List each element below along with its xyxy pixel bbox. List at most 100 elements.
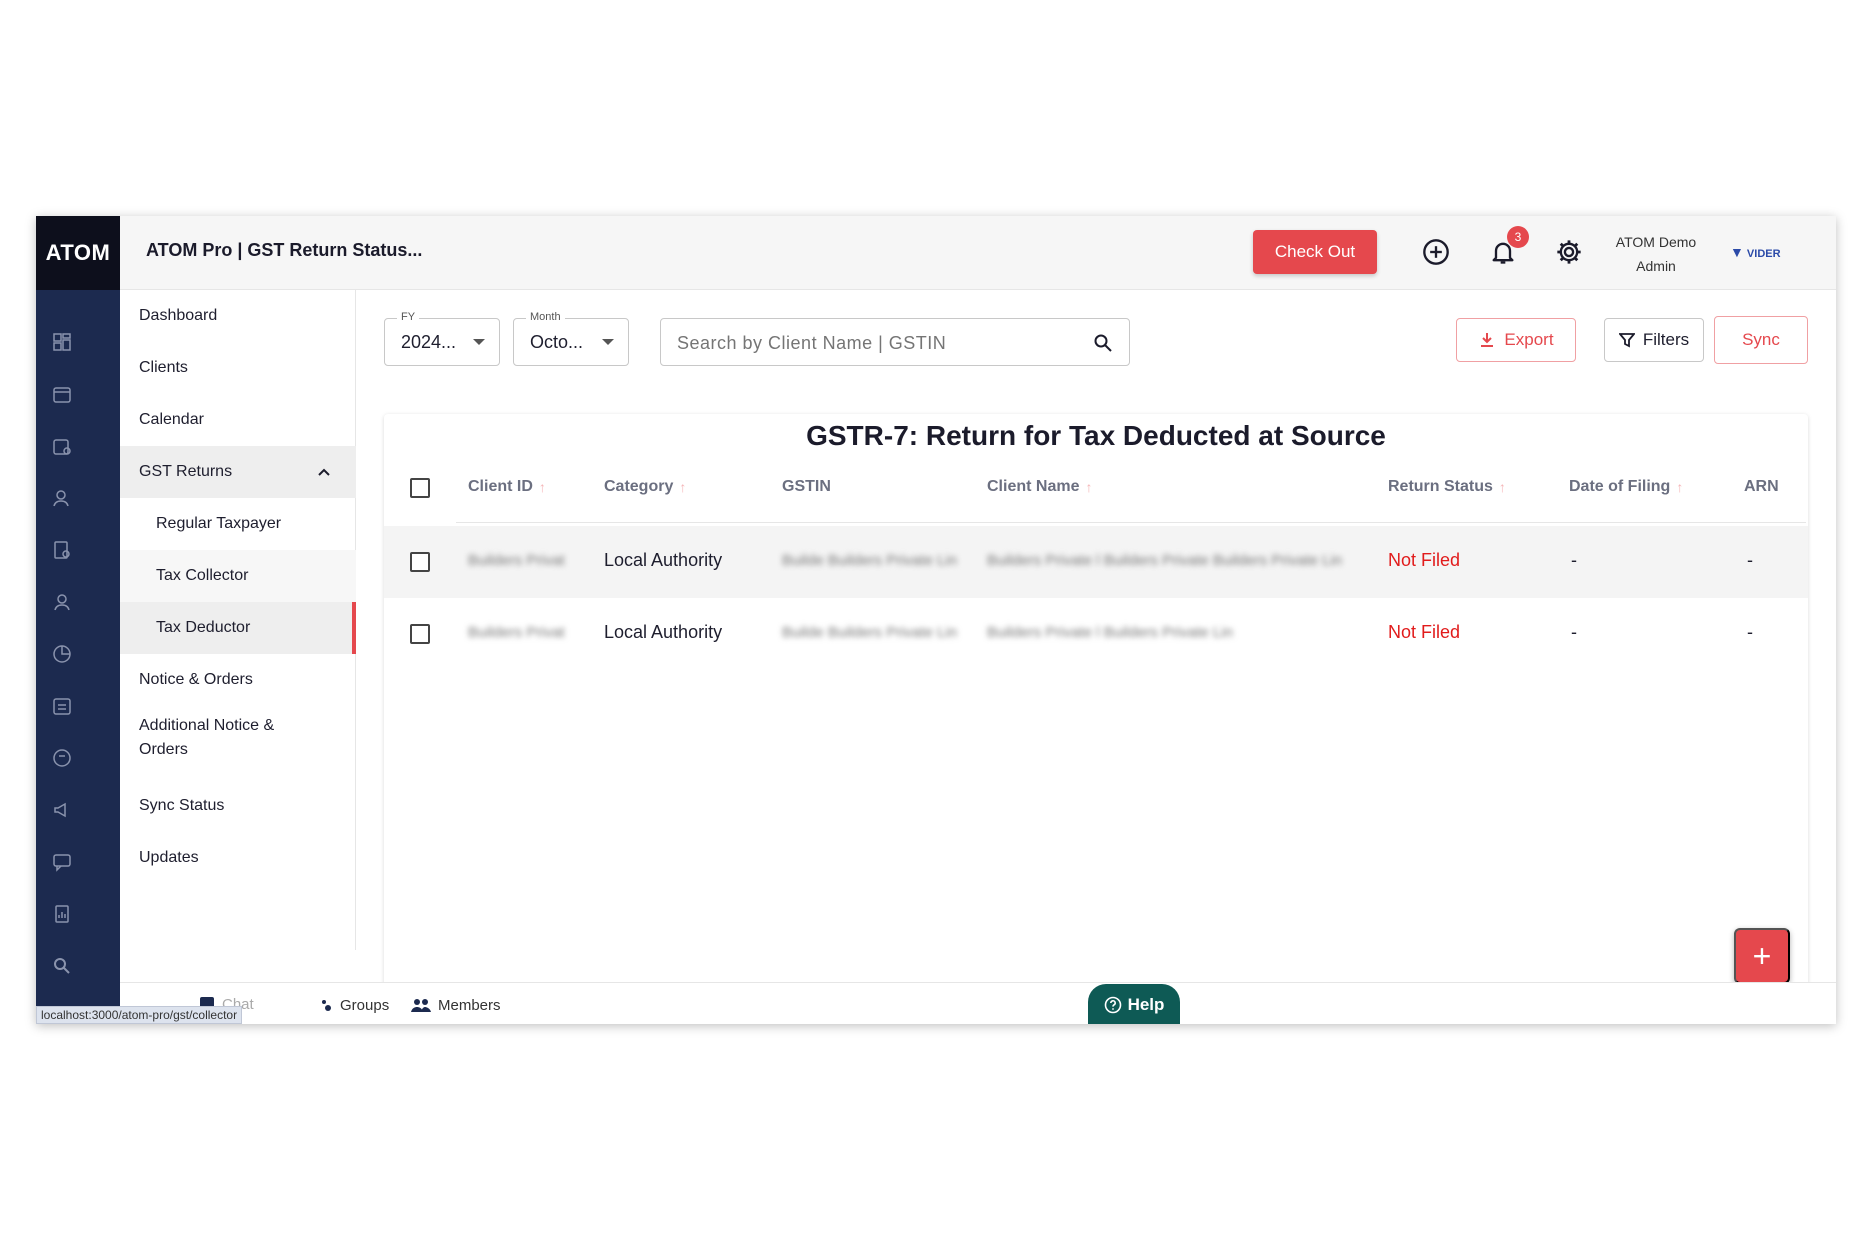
atom-logo[interactable]: ATOM bbox=[36, 216, 120, 290]
check-out-button[interactable]: Check Out bbox=[1253, 230, 1377, 274]
user-icon[interactable] bbox=[52, 592, 72, 612]
groups-tab[interactable]: Groups bbox=[320, 997, 389, 1014]
cell-arn: - bbox=[1747, 622, 1753, 642]
user-profile[interactable]: ATOM Demo Admin bbox=[1596, 230, 1716, 278]
report-icon[interactable] bbox=[52, 904, 72, 924]
notification-badge: 3 bbox=[1507, 226, 1529, 248]
cell-return-status: Not Filed bbox=[1388, 550, 1461, 570]
gear-icon[interactable] bbox=[1555, 238, 1583, 266]
dashboard-icon[interactable] bbox=[52, 332, 72, 352]
user-name: ATOM Demo bbox=[1615, 234, 1697, 250]
cell-client-name: Builders Private l Builders Private Lin bbox=[987, 624, 1233, 641]
column-header-arn[interactable]: ARN bbox=[1744, 478, 1779, 496]
column-header-return-status[interactable]: Return Status ↑ bbox=[1388, 478, 1506, 496]
chevron-up-icon[interactable] bbox=[316, 464, 332, 480]
sidebar-item-label: GST Returns bbox=[139, 463, 233, 480]
fy-label: FY bbox=[397, 311, 420, 323]
app-window: ATOM ATOM Pro | GST Return Status... Che… bbox=[36, 216, 1836, 1024]
sidebar-item-dashboard[interactable]: Dashboard bbox=[120, 290, 356, 342]
column-header-client-id[interactable]: Client ID ↑ bbox=[468, 478, 546, 496]
sidebar-item-calendar[interactable]: Calendar bbox=[120, 394, 356, 446]
sidebar-item-tax-collector[interactable]: Tax Collector bbox=[120, 550, 356, 602]
fy-value: 2024... bbox=[401, 332, 457, 352]
row-checkbox[interactable] bbox=[410, 624, 430, 644]
sidebar-nav: Dashboard Clients Calendar GST Returns R… bbox=[120, 290, 356, 950]
caret-down-icon bbox=[602, 339, 614, 345]
sort-arrow-icon[interactable]: ↑ bbox=[679, 479, 686, 495]
column-label: Client Name bbox=[987, 478, 1080, 495]
vider-logo: ▼ VIDER bbox=[1730, 244, 1781, 260]
sort-arrow-icon[interactable]: ↑ bbox=[1676, 479, 1683, 495]
column-header-gstin[interactable]: GSTIN bbox=[782, 478, 831, 496]
pie-chart-icon[interactable] bbox=[52, 644, 72, 664]
sidebar-item-tax-deductor[interactable]: Tax Deductor bbox=[120, 602, 356, 654]
magnify-icon[interactable] bbox=[52, 956, 72, 976]
user-search-icon[interactable] bbox=[52, 488, 72, 508]
select-all-checkbox[interactable] bbox=[410, 478, 430, 498]
filters-label: Filters bbox=[1642, 330, 1690, 349]
search-input[interactable] bbox=[677, 331, 1077, 355]
icon-rail bbox=[36, 290, 120, 1024]
column-header-date-of-filing[interactable]: Date of Filing ↑ bbox=[1569, 478, 1683, 496]
filters-button[interactable]: Filters bbox=[1604, 318, 1704, 362]
help-label: Help bbox=[1127, 995, 1165, 1014]
sort-arrow-icon[interactable]: ↑ bbox=[1499, 479, 1506, 495]
cell-client-name: Builders Private l Builders Private Buil… bbox=[987, 552, 1343, 569]
document-icon[interactable] bbox=[52, 748, 72, 768]
bottom-bar: Chat Groups Members bbox=[120, 982, 1836, 1024]
sidebar-item-clients[interactable]: Clients bbox=[120, 342, 356, 394]
document-money-icon[interactable] bbox=[52, 540, 72, 560]
column-label: Return Status bbox=[1388, 478, 1493, 495]
top-header: ATOM ATOM Pro | GST Return Status... Che… bbox=[36, 216, 1836, 290]
column-label: Client ID bbox=[468, 478, 533, 495]
table-title: GSTR-7: Return for Tax Deducted at Sourc… bbox=[806, 420, 1386, 451]
column-label: Category bbox=[604, 478, 674, 495]
user-role: Admin bbox=[1636, 258, 1676, 274]
sidebar-item-sync-status[interactable]: Sync Status bbox=[120, 780, 356, 832]
vider-brand-text: VIDER bbox=[1746, 248, 1781, 260]
cell-date-of-filing: - bbox=[1571, 550, 1577, 570]
sidebar-item-updates[interactable]: Updates bbox=[120, 832, 356, 884]
sidebar-item-gst-returns[interactable]: GST Returns bbox=[120, 446, 356, 498]
checklist-icon[interactable] bbox=[52, 696, 72, 716]
calendar-icon[interactable] bbox=[52, 384, 72, 404]
column-header-client-name[interactable]: Client Name ↑ bbox=[987, 478, 1092, 496]
header-divider bbox=[456, 522, 1806, 523]
sidebar-item-notice-orders[interactable]: Notice & Orders bbox=[120, 654, 356, 706]
vider-v-icon: ▼ bbox=[1730, 244, 1744, 260]
column-label: Date of Filing bbox=[1569, 478, 1671, 495]
calendar-clock-icon[interactable] bbox=[52, 436, 72, 456]
table-row[interactable]: Builders Privat Local Authority Builde B… bbox=[384, 598, 1808, 670]
column-label: GSTIN bbox=[782, 478, 831, 495]
members-tab[interactable]: Members bbox=[410, 997, 501, 1014]
filter-icon bbox=[1618, 333, 1635, 348]
fy-select[interactable]: FY 2024... bbox=[384, 311, 500, 366]
megaphone-icon[interactable] bbox=[52, 800, 72, 820]
cell-arn: - bbox=[1747, 550, 1753, 570]
sidebar-item-regular-taxpayer[interactable]: Regular Taxpayer bbox=[120, 498, 356, 550]
column-header-category[interactable]: Category ↑ bbox=[604, 478, 686, 496]
month-label: Month bbox=[526, 311, 565, 323]
row-checkbox[interactable] bbox=[410, 552, 430, 572]
sync-button[interactable]: Sync bbox=[1714, 316, 1808, 364]
cell-client-id: Builders Privat bbox=[468, 624, 565, 641]
groups-label: Groups bbox=[340, 997, 390, 1014]
search-icon[interactable] bbox=[1093, 333, 1113, 353]
add-circle-icon[interactable] bbox=[1422, 238, 1450, 266]
month-value: Octo... bbox=[530, 332, 584, 352]
add-fab-button[interactable]: + bbox=[1734, 928, 1790, 984]
table-row[interactable]: Builders Privat Local Authority Builde B… bbox=[384, 526, 1808, 598]
sort-arrow-icon[interactable]: ↑ bbox=[1085, 479, 1092, 495]
chat-icon[interactable] bbox=[52, 852, 72, 872]
help-button[interactable]: Help bbox=[1088, 984, 1180, 1024]
export-button[interactable]: Export bbox=[1456, 318, 1576, 362]
question-circle-icon bbox=[1104, 996, 1121, 1014]
caret-down-icon bbox=[473, 339, 485, 345]
groups-icon bbox=[322, 999, 331, 1011]
month-select[interactable]: Month Octo... bbox=[513, 311, 629, 366]
sidebar-item-additional-notice-orders[interactable]: Additional Notice & Orders bbox=[120, 706, 320, 770]
members-icon bbox=[411, 998, 431, 1012]
status-bar-url: localhost:3000/atom-pro/gst/collector bbox=[36, 1006, 243, 1024]
sort-arrow-icon[interactable]: ↑ bbox=[539, 479, 546, 495]
cell-gstin: Builde Builders Private Lin bbox=[782, 624, 958, 641]
